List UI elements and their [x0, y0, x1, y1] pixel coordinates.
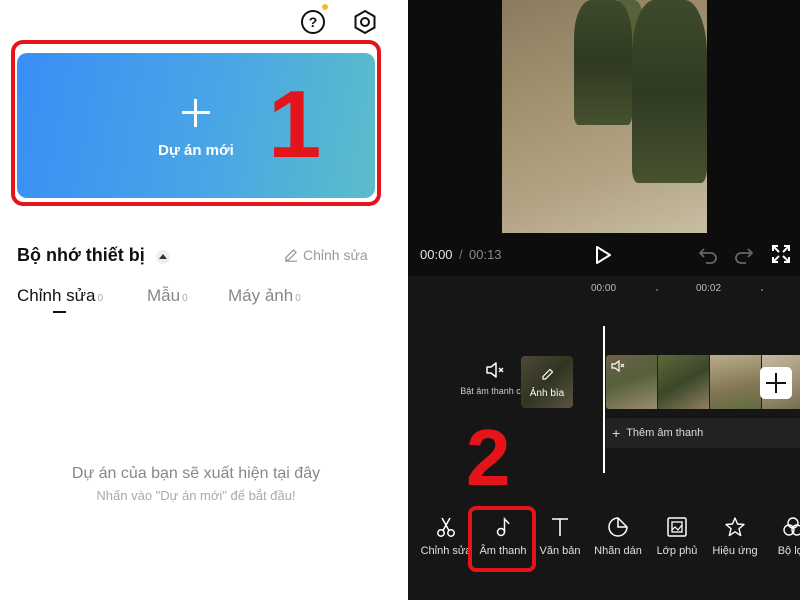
tool-filter[interactable]: Bộ lọc: [763, 516, 800, 557]
effect-star-icon: [725, 517, 745, 537]
cover-image-button[interactable]: Ảnh bìa: [521, 356, 573, 408]
tool-label: Lớp phủ: [656, 545, 698, 557]
pencil-icon: [285, 249, 297, 262]
tab-template[interactable]: Mẫu 0: [147, 286, 188, 306]
undo-icon[interactable]: [698, 246, 718, 264]
tool-overlay[interactable]: Lớp phủ: [647, 516, 707, 557]
tab-label: Chỉnh sửa: [17, 286, 96, 305]
tool-text[interactable]: Văn bản: [530, 516, 590, 557]
active-tab-indicator: [53, 311, 66, 313]
pencil-icon: [542, 368, 554, 380]
notification-dot: [322, 4, 328, 10]
ruler-dot: [761, 289, 763, 291]
cover-image-label: Ảnh bìa: [529, 388, 565, 399]
clip-thumbnail: [658, 355, 710, 409]
tab-camera[interactable]: Máy ảnh 0: [228, 286, 301, 306]
plus-icon: [182, 99, 210, 127]
clip-thumbnail: [710, 355, 762, 409]
svg-text:?: ?: [309, 14, 318, 30]
preview-figure: [632, 0, 707, 183]
text-icon: [552, 518, 568, 536]
tool-label: Bộ lọc: [777, 545, 800, 557]
filter-icon: [783, 517, 800, 536]
tab-count: 0: [97, 293, 104, 304]
total-time: 00:13: [469, 247, 502, 262]
ruler-time-label: 00:00: [591, 283, 617, 294]
caret-up-icon[interactable]: [156, 250, 170, 264]
play-icon[interactable]: [594, 245, 612, 265]
step2-highlight-frame: [468, 506, 536, 572]
panel-divider: [400, 0, 408, 600]
tab-count: 0: [295, 293, 301, 304]
tool-label: Nhãn dán: [594, 545, 642, 557]
tab-label: Máy ảnh: [228, 286, 294, 305]
settings-icon[interactable]: [351, 8, 379, 36]
time-separator: /: [459, 247, 463, 262]
ruler-time-label: 00:02: [696, 283, 722, 294]
tab-count: 0: [182, 293, 188, 304]
help-icon[interactable]: ?: [299, 8, 327, 36]
add-audio-label: Thêm âm thanh: [626, 427, 704, 439]
bottom-toolbar: Chỉnh sửa Âm thanh Văn bản Nhãn dán Lớp …: [408, 510, 800, 580]
add-audio-track[interactable]: + Thêm âm thanh: [606, 418, 800, 448]
tool-sticker[interactable]: Nhãn dán: [588, 516, 648, 557]
sticker-icon: [608, 517, 628, 537]
empty-state-title: Dự án của bạn sẽ xuất hiện tại đây: [71, 465, 321, 482]
tool-effect[interactable]: Hiệu ứng: [705, 516, 765, 557]
video-preview[interactable]: [502, 0, 707, 233]
editor-screen: 00:00 / 00:13 00:00 00:02 Bật âm thanh c…: [408, 0, 800, 600]
tool-label: Hiệu ứng: [712, 545, 758, 557]
step-marker-2: 2: [466, 413, 511, 502]
tool-label: Văn bản: [539, 545, 581, 557]
step-marker-1: 1: [268, 71, 322, 178]
storage-title: Bộ nhớ thiết bị: [17, 245, 145, 265]
plus-icon: +: [612, 425, 621, 441]
ruler-dot: [656, 289, 658, 291]
preview-figure: [574, 0, 632, 125]
tool-label: Chỉnh sửa: [420, 545, 472, 557]
edit-link[interactable]: Chỉnh sửa: [284, 247, 368, 263]
overlay-icon: [667, 517, 687, 537]
speaker-muted-icon: [486, 362, 504, 378]
scissors-icon: [437, 517, 455, 537]
tool-edit[interactable]: Chỉnh sửa: [416, 516, 476, 557]
edit-link-label: Chỉnh sửa: [303, 247, 368, 263]
tab-label: Mẫu: [147, 286, 181, 305]
add-clip-button[interactable]: [760, 367, 792, 399]
tab-edit[interactable]: Chỉnh sửa 0: [17, 286, 103, 306]
empty-state-subtitle: Nhấn vào "Dự án mới" để bắt đầu!: [96, 488, 296, 503]
new-project-button[interactable]: Dự án mới 1: [17, 53, 375, 198]
home-screen: ? Dự án mới 1 Bộ nhớ thiết bị Chỉnh sửa …: [0, 0, 400, 600]
redo-icon[interactable]: [734, 246, 754, 264]
playhead[interactable]: [603, 326, 605, 473]
current-time: 00:00: [420, 247, 453, 262]
fullscreen-icon[interactable]: [772, 245, 790, 263]
clip-muted-icon: [611, 360, 625, 372]
